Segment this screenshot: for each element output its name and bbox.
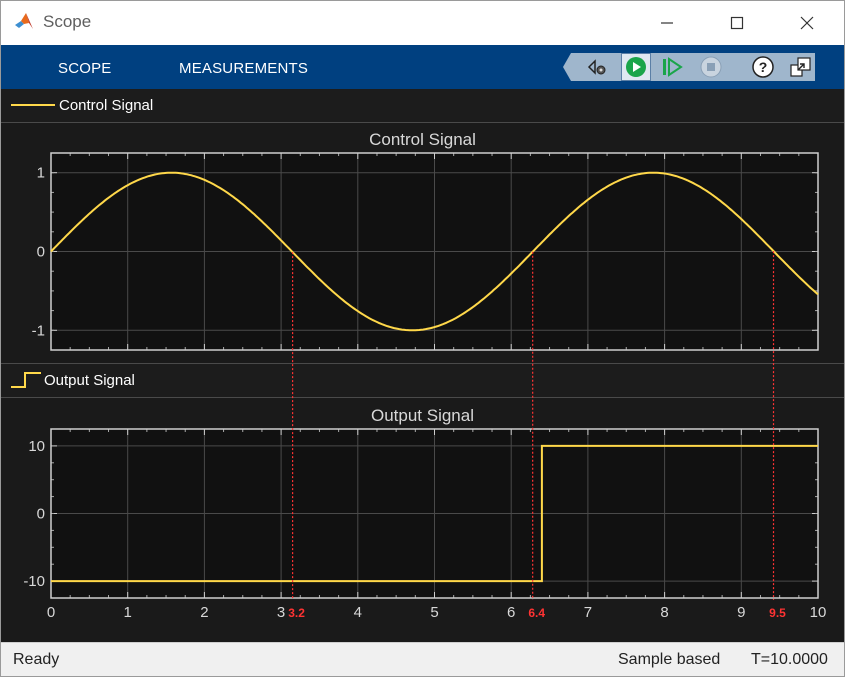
cursor-label: 9.5 xyxy=(769,606,786,620)
x-tick-label: 0 xyxy=(47,604,55,621)
status-bar: Ready Sample based T=10.0000 xyxy=(1,642,844,676)
x-tick-label: 5 xyxy=(430,604,438,621)
x-tick-label: 7 xyxy=(584,604,592,621)
cursor-label: 3.2 xyxy=(288,606,305,620)
x-tick-label: 6 xyxy=(507,604,515,621)
y-tick-label: 0 xyxy=(37,244,45,261)
y-tick-label: 1 xyxy=(37,165,45,182)
y-tick-label: -1 xyxy=(32,322,45,339)
x-tick-label: 2 xyxy=(200,604,208,621)
cursor-label: 6.4 xyxy=(528,606,545,620)
simulation-time: T=10.0000 xyxy=(751,651,828,668)
x-tick-label: 1 xyxy=(124,604,132,621)
sample-mode: Sample based xyxy=(618,651,721,668)
x-tick-label: 4 xyxy=(354,604,362,621)
y-tick-label: -10 xyxy=(23,573,45,590)
scope-charts[interactable]: 10-1100-100 1 2 3 4 5 6 7 8 9 103.2 6.4 9.5 xyxy=(1,1,844,642)
y-tick-label: 0 xyxy=(37,506,45,523)
x-tick-label: 9 xyxy=(737,604,745,621)
x-tick-label: 8 xyxy=(660,604,668,621)
x-tick-label: 10 xyxy=(810,604,827,621)
scope-window: Scope SCOPE MEASUREMENTS ? Control Signa… xyxy=(0,0,845,677)
y-tick-label: 10 xyxy=(28,438,45,455)
x-tick-label: 3 xyxy=(277,604,285,621)
status-text: Ready xyxy=(13,651,60,668)
